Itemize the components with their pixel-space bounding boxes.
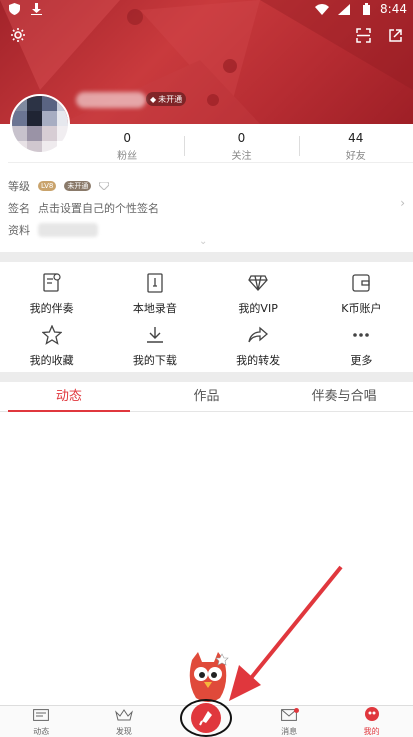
grid-item-my-favorites[interactable]: 我的收藏 [0,320,103,372]
app-root: 8:44 ◆ 未开通 0 粉丝 0 关注 44 好友 等级 LV8 未开通 签名… [0,0,413,737]
level-row[interactable]: 等级 LV8 未开通 [8,178,110,194]
header-toolbar [10,24,403,46]
grid-item-kcoin-account[interactable]: K币账户 [310,268,413,320]
profile-bird-icon [364,706,379,725]
scan-icon[interactable] [355,27,371,43]
settings-gear-icon[interactable] [10,27,26,43]
info-label: 资料 [8,224,30,237]
download-icon [28,1,44,17]
divider [8,162,413,163]
stat-friends[interactable]: 44 好友 [298,128,413,162]
more-dots-icon [350,324,372,346]
feed-icon [33,706,50,725]
battery-icon [358,1,374,17]
wallet-icon [350,272,372,294]
tab-feed[interactable]: 动态 [0,382,138,412]
content-tabs: 动态 作品 伴奏与合唱 [0,382,413,412]
status-time: 8:44 [380,2,407,16]
nav-mine[interactable]: 我的 [330,706,413,737]
diamond-icon: ◆ [150,94,157,104]
nav-discover[interactable]: 发现 [83,706,166,737]
stat-following[interactable]: 0 关注 [184,128,298,162]
level-badge: LV8 [38,181,57,191]
star-icon [41,324,63,346]
shield-icon [6,1,22,17]
wifi-icon [314,1,330,17]
grid-item-my-accompaniment[interactable]: 我的伴奏 [0,268,103,320]
status-bar: 8:44 [0,0,413,18]
signal-icon [336,1,352,17]
stat-fans[interactable]: 0 粉丝 [70,128,184,162]
diamond-outline-icon [98,180,110,193]
grid-item-local-recording[interactable]: 本地录音 [103,268,206,320]
download-arrow-icon [144,324,166,346]
signature-row[interactable]: 签名 点击设置自己的个性签名 [8,200,159,216]
profile-stats: 0 粉丝 0 关注 44 好友 [70,128,413,162]
grid-item-more[interactable]: 更多 [310,320,413,372]
microphone-icon [191,703,221,733]
vip-status-badge[interactable]: ◆ 未开通 [146,92,187,106]
accompaniment-icon [41,272,63,294]
nav-messages[interactable]: 消息 [248,706,331,737]
username-blurred [76,92,146,108]
signature-text: 点击设置自己的个性签名 [38,202,159,215]
grid-item-my-downloads[interactable]: 我的下载 [103,320,206,372]
tab-works[interactable]: 作品 [138,382,276,411]
chevron-down-icon[interactable]: ⌄ [199,236,207,247]
info-row[interactable]: 资料 [8,222,98,238]
grid-item-my-vip[interactable]: 我的VIP [207,268,310,320]
nav-feed[interactable]: 动态 [0,706,83,737]
vip-diamond-icon [247,272,269,294]
forward-arrow-icon [247,324,269,346]
signature-label: 签名 [8,202,30,215]
share-icon[interactable] [387,27,403,43]
record-button[interactable] [180,699,232,737]
feature-grid: 我的伴奏 本地录音 我的VIP K币账户 我的收藏 我的下载 我的转发 更多 [0,262,413,372]
info-blurred [38,223,98,237]
grid-item-my-reposts[interactable]: 我的转发 [207,320,310,372]
red-pointer-arrow-icon [229,565,343,701]
avatar[interactable] [10,94,70,154]
chevron-right-icon: › [400,196,405,210]
level-label: 等级 [8,180,30,193]
level-badge-secondary: 未开通 [64,181,92,191]
mascot-bird-icon [189,652,229,702]
local-recording-icon [144,272,166,294]
crown-icon [114,706,133,725]
tab-accompaniment-duet[interactable]: 伴奏与合唱 [275,382,413,411]
notification-dot [294,708,300,713]
